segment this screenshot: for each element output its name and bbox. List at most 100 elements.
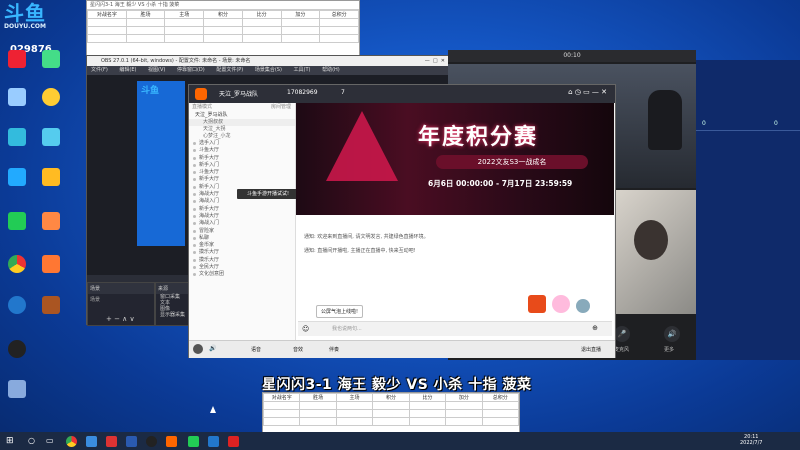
lobby-item[interactable]: 文化创意团 <box>189 271 295 278</box>
mic-icon[interactable]: 🎤 <box>614 326 630 342</box>
desktop-app-icon[interactable] <box>36 212 66 232</box>
chat-area[interactable]: 通知: 欢迎来到直播间, 请文明发言, 共建绿色直播环境。 通知: 直播间开播啦… <box>296 215 614 340</box>
score-table: 对战名字 胜场 主场 积分 比分 加分 总积分 <box>87 10 359 43</box>
obs-menu-bar: 文件(F) 编辑(E) 视图(V) 停靠窗口(D) 配置文件(P) 场景集合(S… <box>87 66 449 75</box>
lobby-item[interactable]: 冒险家 <box>189 228 295 235</box>
bottom-item[interactable]: 伴奏 <box>329 346 339 353</box>
group-title[interactable]: 天泣_罗马战队 <box>189 111 295 119</box>
table-header: 总积分 <box>319 10 359 19</box>
member-item[interactable]: 大拐叔叔 <box>189 119 295 126</box>
scene-item[interactable]: 场景 <box>88 294 154 305</box>
menu-tools[interactable]: 工具(T) <box>294 67 311 73</box>
spreadsheet-window-top[interactable]: 星闪闪3-1 海王 毅少 VS 小杀 十指 菠菜 对战名字 胜场 主场 积分 比… <box>86 0 360 56</box>
lobby-item[interactable]: 海战入门 <box>189 220 295 227</box>
avatar-icon[interactable] <box>552 295 570 313</box>
lobby-item[interactable]: 新手大厅 <box>189 155 295 162</box>
desktop-app-icon[interactable] <box>36 255 66 275</box>
banner-subtitle: 2022文友S3一战成名 <box>436 155 588 169</box>
scenes-dock-title: 场景 <box>88 283 154 294</box>
fans-count: 7 <box>341 89 345 96</box>
banner-dates: 6月6日 00:00:00 - 7月17日 23:59:59 <box>428 179 573 188</box>
event-banner[interactable]: 年度积分赛 2022文友S3一战成名 6月6日 00:00:00 - 7月17日… <box>296 103 614 215</box>
user-avatar[interactable] <box>193 344 203 354</box>
lobby-item[interactable]: 新手大厅 <box>189 206 295 213</box>
clock[interactable]: 20:11 2022/7/7 <box>740 434 762 446</box>
preview-logo: 斗鱼 <box>141 86 160 96</box>
speaker-icon[interactable]: 🔊 <box>664 326 680 342</box>
chat-input[interactable]: 我也说两句... <box>332 325 362 332</box>
explorer-icon[interactable] <box>86 436 97 447</box>
call-side-panel: 0 0 <box>696 60 800 360</box>
obs-title: OBS 27.0.1 (64-bit, windows) - 配置文件: 未命名… <box>101 58 251 64</box>
menu-edit[interactable]: 编辑(E) <box>119 67 136 73</box>
menu-view[interactable]: 视图(V) <box>148 67 165 73</box>
window-controls[interactable]: ⌂ ◷ ▭ — ✕ <box>568 88 607 96</box>
lobby-item[interactable]: 摸乐大厅 <box>189 249 295 256</box>
volume-icon[interactable]: 🔊 <box>209 345 216 352</box>
douyu-icon[interactable] <box>166 436 177 447</box>
start-icon[interactable]: ⊞ <box>6 436 14 446</box>
search-icon[interactable]: ○ <box>28 436 35 445</box>
send-icon[interactable]: ⊕ <box>592 324 598 332</box>
room-name: 天泣_罗马战队 <box>219 91 259 98</box>
table-header: 胜场 <box>125 10 166 19</box>
spreadsheet-title: 星闪闪3-1 海王 毅少 VS 小杀 十指 菠菜 <box>87 1 359 10</box>
emoji-icon[interactable]: ☺ <box>302 325 309 333</box>
desktop-app-icon[interactable] <box>2 296 32 316</box>
task-view-icon[interactable]: ▭ <box>46 436 54 445</box>
bottom-item[interactable]: 语音 <box>251 346 261 353</box>
desktop-app-icon[interactable] <box>2 128 32 148</box>
table-header: 主场 <box>164 10 205 19</box>
divider <box>696 130 800 131</box>
douyu-live-client[interactable]: 天泣_罗马战队 17082969 7 ⌂ ◷ ▭ — ✕ 直播模式 房间管理 天… <box>188 84 616 358</box>
menu-help[interactable]: 帮助(H) <box>322 67 340 73</box>
local-video <box>614 190 696 314</box>
member-item[interactable]: 天泣_大拐 <box>189 126 295 133</box>
obs-icon[interactable] <box>2 340 32 360</box>
menu-file[interactable]: 文件(F) <box>91 67 108 73</box>
desktop-app-icon[interactable] <box>2 50 32 70</box>
exit-live-button[interactable]: 退出直播 <box>581 346 601 353</box>
table-header: 对战名字 <box>262 393 301 402</box>
settings-icon[interactable] <box>576 299 590 313</box>
menu-docks[interactable]: 停靠窗口(D) <box>177 67 205 73</box>
menu-profile[interactable]: 配置文件(P) <box>216 67 243 73</box>
app-icon[interactable] <box>228 436 239 447</box>
score-table: 对战名字 胜场 主场 积分 比分 加分 总积分 <box>262 393 520 426</box>
app-icon[interactable] <box>126 436 137 447</box>
bottom-item[interactable]: 音效 <box>293 346 303 353</box>
add-remove-buttons[interactable]: + − ∧ ∨ <box>106 315 135 323</box>
window-controls[interactable]: — □ ✕ <box>425 56 445 66</box>
desktop-app-icon[interactable] <box>36 168 66 188</box>
douyu-room-list[interactable]: 直播模式 房间管理 天泣_罗马战队 大拐叔叔 天泣_大拐 心梦汪_小龙 选手入门… <box>189 103 296 340</box>
lobby-item[interactable]: 新手大厅 <box>189 176 295 183</box>
desktop-app-icon[interactable] <box>2 380 32 400</box>
room-id: 17082969 <box>287 89 318 96</box>
app-icon[interactable] <box>208 436 219 447</box>
lobby-item[interactable]: 海战入门 <box>189 198 295 205</box>
desktop-app-icon[interactable] <box>36 50 66 70</box>
gift-icon[interactable] <box>528 295 546 313</box>
desktop-app-icon[interactable] <box>36 88 66 108</box>
app-icon[interactable] <box>106 436 117 447</box>
chat-input-bar: ☺ 我也说两句... ⊕ <box>298 321 612 336</box>
desktop-app-icon[interactable] <box>2 168 32 188</box>
obs-icon[interactable] <box>146 436 157 447</box>
panel-count: 0 <box>702 120 706 127</box>
recycle-bin-icon[interactable] <box>2 88 32 108</box>
desktop-app-icon[interactable] <box>36 128 66 148</box>
wechat-icon[interactable] <box>188 436 199 447</box>
menu-scene-collection[interactable]: 场景集合(S) <box>255 67 282 73</box>
spreadsheet-window-bottom[interactable]: 对战名字 胜场 主场 积分 比分 加分 总积分 <box>262 392 520 434</box>
member-item[interactable]: 心梦汪_小龙 <box>189 133 295 140</box>
desktop-app-icon[interactable] <box>36 296 66 316</box>
home-icon[interactable] <box>195 88 207 100</box>
wechat-icon[interactable] <box>2 212 32 232</box>
chrome-icon[interactable] <box>2 255 32 275</box>
scenes-dock[interactable]: 场景 场景 + − ∧ ∨ <box>87 282 155 326</box>
lobby-item[interactable]: 斗鱼大厅 <box>189 147 295 154</box>
chrome-icon[interactable] <box>66 436 77 447</box>
call-timer: 00:10 <box>448 50 696 62</box>
person-head <box>634 220 668 260</box>
lobby-item[interactable]: 摸乐大厅 <box>189 257 295 264</box>
